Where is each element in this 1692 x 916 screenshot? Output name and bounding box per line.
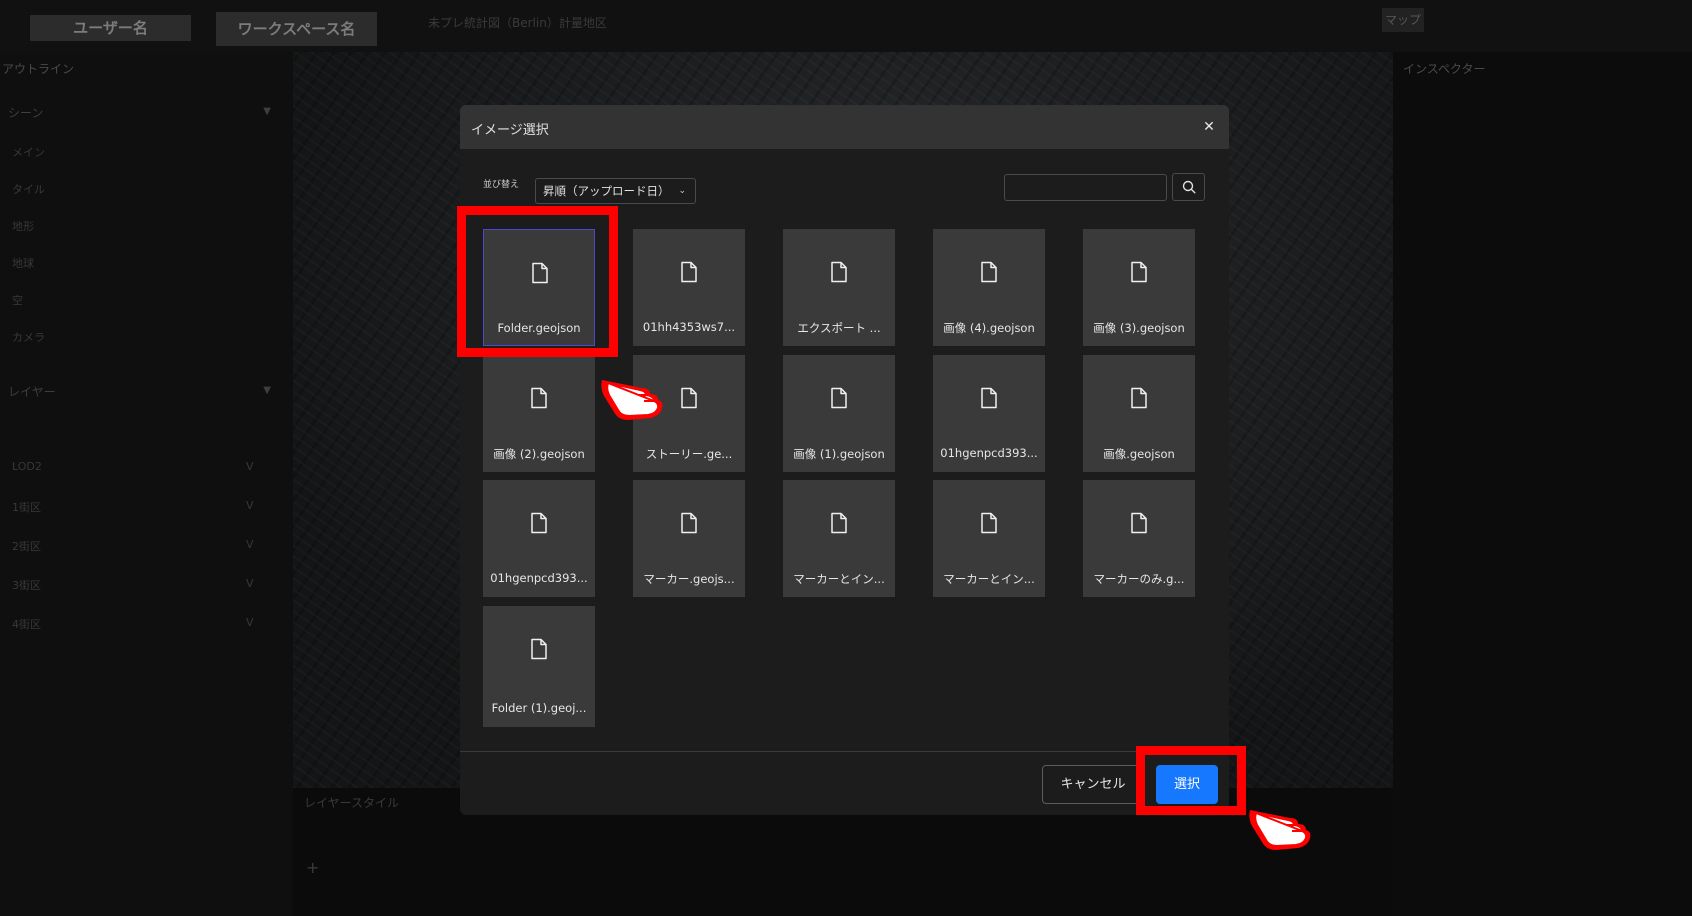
file-name: 画像 (1).geojson (793, 447, 885, 461)
highlight-box-selected-file (457, 206, 618, 357)
visibility-icon[interactable]: V (246, 538, 254, 551)
file-name: マーカーとイン... (793, 572, 885, 586)
file-icon (1131, 512, 1147, 534)
layer-item[interactable]: 3街区 (12, 577, 41, 593)
scene-item[interactable]: 空 (12, 292, 23, 308)
file-tile[interactable]: マーカーとイン... (933, 480, 1045, 597)
scene-item[interactable]: メイン (12, 144, 45, 160)
cancel-button[interactable]: キャンセル (1042, 765, 1144, 804)
file-tile[interactable]: 01hgenpcd393... (933, 355, 1045, 472)
file-tile[interactable]: マーカーのみ.g... (1083, 480, 1195, 597)
file-tile[interactable]: 01hh4353ws7... (633, 229, 745, 346)
dialog-title: イメージ選択 (471, 123, 549, 138)
file-name: エクスポート ... (797, 321, 881, 335)
search-icon (1182, 180, 1196, 194)
chevron-down-icon[interactable]: ▼ (263, 106, 271, 117)
file-icon (681, 387, 697, 409)
scene-item[interactable]: タイル (12, 181, 45, 197)
file-icon (531, 638, 547, 660)
layer-section-title[interactable]: レイヤー (8, 383, 56, 400)
dialog-header: イメージ選択 ✕ (460, 105, 1229, 149)
file-name: マーカー.geojs... (643, 572, 735, 586)
file-icon (831, 387, 847, 409)
layer-style-title: レイヤースタイル (304, 796, 400, 810)
file-icon (1131, 261, 1147, 283)
inspector-title: インスペクター (1403, 62, 1486, 76)
layer-item[interactable]: LOD2 (12, 460, 42, 473)
file-icon (531, 512, 547, 534)
file-tile[interactable]: マーカーとイン... (783, 480, 895, 597)
visibility-icon[interactable]: V (246, 616, 254, 629)
outline-title: アウトライン (2, 62, 75, 76)
file-icon (981, 387, 997, 409)
layer-item[interactable]: 2街区 (12, 538, 41, 554)
scene-item[interactable]: 地球 (12, 255, 34, 271)
file-icon (681, 261, 697, 283)
file-icon (531, 387, 547, 409)
search-input[interactable] (1004, 174, 1167, 201)
chevron-down-icon: ⌄ (678, 186, 686, 196)
file-icon (831, 512, 847, 534)
file-tile[interactable]: 画像 (3).geojson (1083, 229, 1195, 346)
file-name: 画像 (2).geojson (493, 447, 585, 461)
chevron-down-icon[interactable]: ▼ (263, 385, 271, 396)
layer-item[interactable]: 1街区 (12, 499, 41, 515)
visibility-icon[interactable]: V (246, 499, 254, 512)
file-tile[interactable]: マーカー.geojs... (633, 480, 745, 597)
scene-item[interactable]: 地形 (12, 218, 34, 234)
sort-label: 並び替え (483, 180, 520, 190)
layer-item[interactable]: 4街区 (12, 616, 41, 632)
user-name-pill[interactable]: ユーザー名 (30, 15, 191, 41)
sort-select[interactable]: 昇順（アップロード日） ⌄ (535, 178, 696, 204)
file-icon (681, 512, 697, 534)
tab-map[interactable]: マップ (1382, 8, 1424, 32)
file-name: 01hgenpcd393... (490, 571, 588, 585)
sort-select-value: 昇順（アップロード日） (543, 184, 670, 198)
file-name: 画像 (3).geojson (1093, 321, 1185, 335)
file-name: Folder (1).geoj... (491, 701, 587, 715)
add-icon[interactable]: + (306, 858, 319, 877)
file-tile[interactable]: 画像 (2).geojson (483, 355, 595, 472)
file-tile[interactable]: 画像.geojson (1083, 355, 1195, 472)
file-tile[interactable]: 01hgenpcd393... (483, 480, 595, 597)
file-name: 画像 (4).geojson (943, 321, 1035, 335)
project-title: 未プレ統計図（Berlin）計量地区 (428, 16, 607, 30)
highlight-box-select-button (1136, 746, 1246, 815)
file-name: ストーリー.ge... (645, 447, 733, 461)
top-bar: ユーザー名 ワークスペース名 未プレ統計図（Berlin）計量地区 マップ (0, 0, 1692, 52)
outline-panel: アウトライン シーン ▼ メインタイル地形地球空カメラ レイヤー ▼ LOD2 V… (0, 52, 293, 916)
file-tile[interactable]: エクスポート ... (783, 229, 895, 346)
scene-section-title[interactable]: シーン (8, 104, 43, 121)
search-button[interactable] (1172, 173, 1205, 201)
file-name: 画像.geojson (1103, 447, 1175, 461)
workspace-name-pill[interactable]: ワークスペース名 (216, 12, 377, 46)
file-tile[interactable]: Folder (1).geoj... (483, 606, 595, 727)
file-icon (1131, 387, 1147, 409)
pointing-hand-icon (1249, 810, 1311, 850)
file-tile[interactable]: 画像 (1).geojson (783, 355, 895, 472)
visibility-icon[interactable]: V (246, 577, 254, 590)
close-icon[interactable]: ✕ (1199, 117, 1219, 137)
file-tile[interactable]: 画像 (4).geojson (933, 229, 1045, 346)
scene-item[interactable]: カメラ (12, 329, 45, 345)
file-name: 01hgenpcd393... (940, 446, 1038, 460)
file-icon (981, 512, 997, 534)
pointing-hand-icon (601, 380, 663, 420)
file-name: マーカーとイン... (943, 572, 1035, 586)
dialog-footer-divider (460, 751, 1229, 752)
file-icon (831, 261, 847, 283)
file-name: マーカーのみ.g... (1093, 572, 1185, 586)
inspector-panel: インスペクター (1393, 52, 1692, 916)
file-icon (981, 261, 997, 283)
visibility-icon[interactable]: V (246, 460, 254, 473)
file-name: 01hh4353ws7... (642, 320, 736, 334)
